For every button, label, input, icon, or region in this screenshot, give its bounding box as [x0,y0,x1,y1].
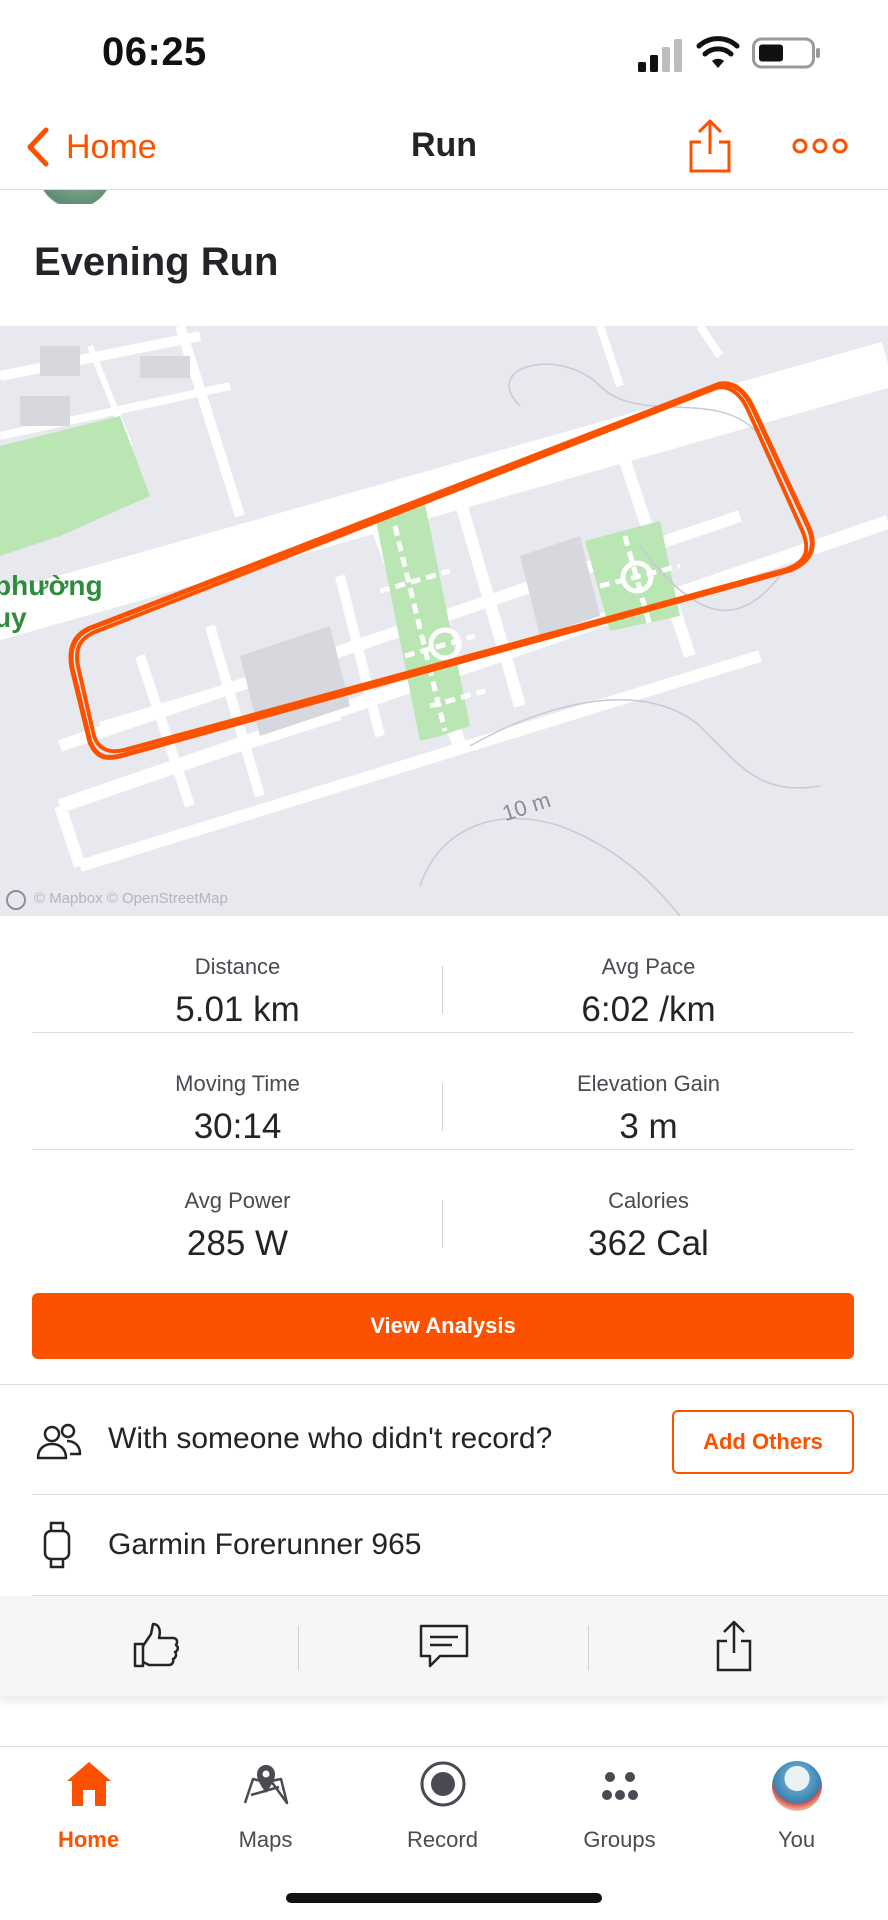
action-bar [0,1596,888,1696]
stat-divider [442,966,443,1014]
map-attribution[interactable]: © Mapbox © OpenStreetMap [34,890,228,907]
tab-label: Maps [238,1827,293,1852]
divider [32,1494,888,1495]
stat-calories: Calories 362 Cal [443,1150,854,1267]
stat-row: Moving Time 30:14 Elevation Gain 3 m [32,1033,854,1150]
battery-icon [752,37,820,69]
activity-title: Evening Run [34,240,279,284]
tab-label: You [777,1827,816,1852]
stat-label: Avg Power [184,1188,291,1213]
stat-label: Distance [194,954,281,979]
thumbs-up-icon [133,1622,180,1668]
stat-value: 30:14 [193,1107,282,1146]
mapbox-logo-icon [6,890,26,910]
tab-maps[interactable]: Maps [177,1747,354,1867]
status-bar: 06:25 [0,0,888,104]
comment-button[interactable] [299,1596,589,1696]
stats-grid: Distance 5.01 km Avg Pace 6:02 /km Movin… [32,916,854,1267]
route-map[interactable]: phường uy 10 m © Mapbox © OpenStreetMap [0,326,888,916]
map-canvas [0,326,888,916]
more-options-button[interactable] [792,124,848,168]
athlete-header-peek [0,190,888,204]
tab-record[interactable]: Record [354,1747,531,1867]
stat-elevation-gain: Elevation Gain 3 m [443,1033,854,1149]
kudos-button[interactable] [10,1596,300,1696]
groups-icon [602,1772,638,1800]
stat-value: 6:02 /km [581,990,716,1029]
tab-label: Groups [583,1827,656,1852]
stat-avg-power: Avg Power 285 W [32,1150,443,1267]
stat-moving-time: Moving Time 30:14 [32,1033,443,1149]
add-others-row: With someone who didn't record? Add Othe… [0,1386,888,1494]
share-activity-button[interactable] [589,1596,879,1696]
stat-distance: Distance 5.01 km [32,916,443,1032]
activity-page: 06:25 Home Run Evening Run phường uy 10 … [0,0,888,1920]
page-title: Run [410,126,478,164]
nav-bar: Home Run [0,104,888,190]
add-others-button[interactable]: Add Others [672,1410,854,1474]
tab-home[interactable]: Home [0,1747,177,1867]
map-place-label: phường uy [0,570,103,633]
status-time: 06:25 [102,30,207,74]
tab-you[interactable]: You [708,1747,885,1867]
stat-label: Moving Time [175,1071,300,1096]
signal-icon [638,39,682,72]
stat-row: Avg Power 285 W Calories 362 Cal [32,1150,854,1267]
stat-value: 362 Cal [588,1224,709,1263]
watch-icon [43,1521,71,1569]
stat-divider [442,1083,443,1131]
device-name: Garmin Forerunner 965 [108,1528,422,1561]
stat-value: 5.01 km [175,990,300,1029]
stat-row: Distance 5.01 km Avg Pace 6:02 /km [32,916,854,1033]
avatar [772,1761,822,1811]
divider [0,1384,888,1385]
stat-value: 3 m [619,1107,678,1146]
home-indicator[interactable] [286,1893,602,1903]
wifi-icon [696,36,740,68]
people-icon [36,1423,82,1460]
record-icon [420,1761,466,1807]
device-row: Garmin Forerunner 965 [0,1496,888,1596]
maps-icon [243,1765,289,1805]
tab-label: Record [407,1827,478,1852]
tab-label: Home [57,1827,120,1852]
view-analysis-button[interactable]: View Analysis [32,1293,854,1359]
stat-divider [442,1200,443,1248]
share-button[interactable] [686,118,734,174]
stat-label: Elevation Gain [576,1071,721,1096]
share-icon [716,1620,752,1672]
others-prompt: With someone who didn't record? [108,1422,553,1455]
home-icon [67,1762,111,1806]
stat-value: 285 W [186,1224,289,1263]
athlete-avatar[interactable] [38,190,112,204]
stat-label: Avg Pace [601,954,696,979]
stat-label: Calories [608,1188,689,1213]
tab-groups[interactable]: Groups [531,1747,708,1867]
stat-avg-pace: Avg Pace 6:02 /km [443,916,854,1032]
comment-icon [419,1624,469,1668]
